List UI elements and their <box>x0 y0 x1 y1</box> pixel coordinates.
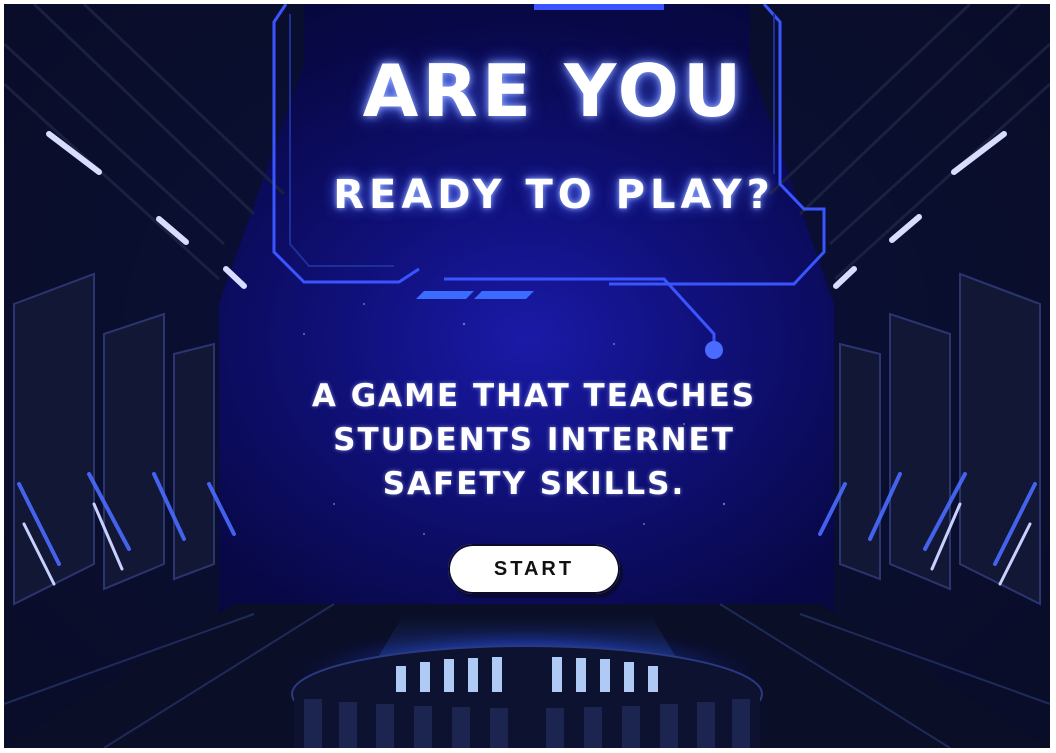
tagline-line: SAFETY SKILLS. <box>382 466 686 502</box>
tagline: A GAME THAT TEACHES STUDENTS INTERNET SA… <box>284 374 784 506</box>
tagline-line: STUDENTS INTERNET <box>333 422 735 458</box>
start-button[interactable]: START <box>448 544 620 594</box>
title-line-1: ARE YOU <box>362 49 746 133</box>
tagline-line: A GAME THAT TEACHES <box>311 378 757 414</box>
game-title-screen: ARE YOU READY TO PLAY? A GAME THAT TEACH… <box>4 4 1050 748</box>
title-line-2: READY TO PLAY? <box>333 172 775 218</box>
